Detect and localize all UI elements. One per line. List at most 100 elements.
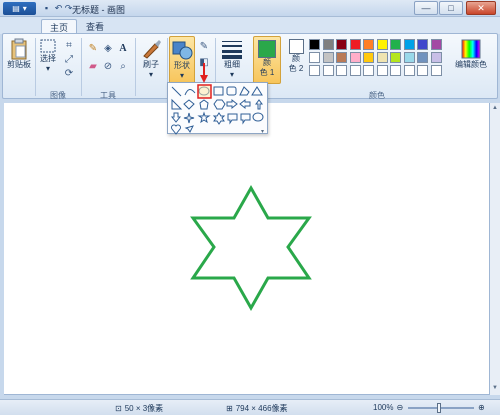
rectangle-shape-icon (213, 86, 224, 96)
crop-icon[interactable]: ⌗ (63, 39, 75, 51)
four-point-star-icon (183, 112, 195, 124)
edit-colors-button[interactable]: 编辑颜色 (449, 38, 493, 70)
close-button[interactable]: ✕ (466, 1, 496, 15)
palette-swatch[interactable] (336, 52, 347, 63)
palette-swatch[interactable] (403, 52, 415, 63)
palette-swatch[interactable] (363, 39, 374, 50)
zoom-in-icon[interactable]: ⊕ (478, 403, 485, 412)
scroll-down-icon[interactable]: ▼ (491, 385, 499, 393)
selection-size: 50 × 3像素 (124, 404, 164, 413)
rotate-icon[interactable]: ⟳ (63, 67, 75, 79)
zoom-status: 100% ⊖ (373, 403, 403, 412)
palette-swatch[interactable] (349, 52, 361, 63)
canvas-size: 794 × 466像素 (235, 404, 288, 413)
up-arrow-shape-icon (255, 99, 263, 110)
pentagon-shape-icon (199, 99, 209, 110)
palette-swatch[interactable] (390, 65, 401, 76)
color2-swatch (288, 39, 304, 54)
palette-swatch[interactable] (336, 65, 347, 76)
outline-icon[interactable]: ✎ (198, 40, 210, 52)
palette-swatch[interactable] (349, 39, 361, 50)
edit-colors-label: 编辑颜色 (455, 60, 487, 69)
palette-swatch[interactable] (309, 39, 320, 50)
eraser-icon[interactable]: ▰ (87, 60, 99, 72)
red-arrow-annotation (200, 63, 208, 83)
zoom-slider[interactable] (408, 407, 474, 409)
color-palette (309, 39, 445, 81)
edit-colors-icon (461, 39, 481, 59)
zoom-slider-thumb[interactable] (437, 403, 441, 413)
paste-button[interactable]: 剪贴板 (6, 38, 32, 70)
size-label: 粗细 (224, 60, 240, 69)
palette-swatch[interactable] (390, 52, 401, 63)
maximize-button[interactable]: □ (439, 1, 463, 15)
palette-swatch[interactable] (403, 39, 415, 50)
brushes-button[interactable]: 刷子 ▾ (138, 38, 164, 80)
palette-swatch[interactable] (336, 39, 347, 50)
hexagon-shape-icon (213, 99, 226, 110)
ribbon-tabs: 主页 查看 (0, 17, 500, 34)
rounded-rect-shape-icon (226, 86, 237, 96)
palette-swatch[interactable] (322, 65, 334, 76)
palette-swatch[interactable] (430, 52, 442, 63)
color-picker-icon[interactable]: ⊘ (102, 60, 114, 72)
app-menu-button[interactable]: ▤ ▾ (3, 2, 36, 15)
select-rect-icon (40, 39, 56, 53)
palette-swatch[interactable] (417, 39, 428, 50)
chevron-down-icon: ▾ (229, 70, 234, 79)
select-label: 选择 (40, 54, 56, 63)
rect-callout-icon (227, 113, 238, 125)
scroll-up-icon[interactable]: ▲ (491, 105, 499, 113)
vertical-scrollbar[interactable]: ▲ ▼ (490, 103, 500, 395)
curve-shape-icon (184, 89, 196, 96)
star-shape[interactable] (190, 184, 312, 312)
down-arrow-shape-icon (170, 112, 182, 123)
palette-swatch[interactable] (403, 65, 415, 76)
palette-swatch[interactable] (417, 52, 428, 63)
drawing-canvas[interactable] (4, 103, 490, 395)
selection-icon: ⊡ (115, 404, 122, 413)
right-arrow-shape-icon (226, 98, 238, 110)
heart-shape-icon (171, 124, 181, 135)
line-shape-icon (171, 86, 182, 97)
palette-swatch[interactable] (363, 65, 374, 76)
palette-swatch[interactable] (376, 52, 388, 63)
tab-home[interactable]: 主页 (41, 19, 78, 34)
palette-swatch[interactable] (417, 65, 428, 76)
palette-swatch[interactable] (390, 39, 401, 50)
brushes-label: 刷子 (143, 60, 159, 69)
palette-swatch[interactable] (349, 65, 361, 76)
palette-swatch[interactable] (430, 65, 442, 76)
paste-label: 剪贴板 (7, 60, 31, 69)
oval-callout-icon (252, 112, 264, 122)
fill-icon[interactable]: ◈ (102, 42, 114, 54)
palette-swatch[interactable] (376, 65, 388, 76)
shapes-gallery-icons: ▾ (170, 84, 264, 135)
color2-button[interactable]: 颜 色 2 (283, 39, 309, 74)
palette-swatch[interactable] (322, 52, 334, 63)
palette-swatch[interactable] (309, 52, 320, 63)
shapes-icon (172, 41, 193, 60)
separator (35, 38, 36, 96)
palette-swatch[interactable] (376, 39, 388, 50)
palette-swatch[interactable] (322, 39, 334, 50)
tab-view[interactable]: 查看 (78, 19, 112, 34)
triangle-shape-icon (251, 86, 263, 96)
color1-button[interactable]: 颜 色 1 (253, 36, 281, 84)
zoom-out-icon[interactable]: ⊖ (396, 403, 403, 412)
separator (135, 38, 136, 96)
status-bar: ⊡ 50 × 3像素 ⊞ 794 × 466像素 100% ⊖ ⊕ (0, 399, 500, 415)
pencil-icon[interactable]: ✎ (87, 42, 99, 54)
shapes-button[interactable]: 形状 ▾ (169, 36, 195, 84)
line-width-icon (222, 41, 242, 59)
color1-swatch (258, 40, 276, 58)
minimize-button[interactable]: — (414, 1, 438, 15)
resize-icon[interactable]: ⤢ (63, 53, 75, 65)
palette-swatch[interactable] (430, 39, 442, 50)
size-button[interactable]: 粗细 ▾ (219, 38, 245, 80)
palette-swatch[interactable] (309, 65, 320, 76)
magnifier-icon[interactable]: ⌕ (117, 60, 129, 72)
palette-swatch[interactable] (363, 52, 374, 63)
text-icon[interactable]: A (117, 42, 129, 54)
select-button[interactable]: 选择 ▾ (37, 38, 59, 74)
